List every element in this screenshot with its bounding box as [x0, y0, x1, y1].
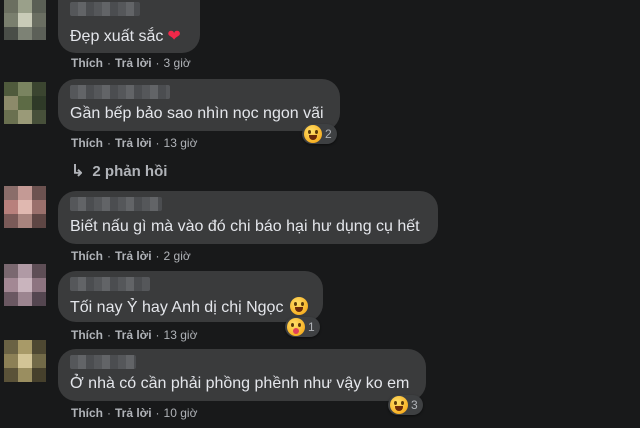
commenter-name-blurred[interactable]	[70, 2, 140, 16]
timestamp[interactable]: 2 giờ	[164, 249, 191, 263]
view-replies-link[interactable]: ↳ 2 phản hồi	[71, 161, 167, 181]
like-link[interactable]: Thích	[71, 56, 103, 70]
like-link[interactable]: Thích	[71, 249, 103, 263]
timestamp[interactable]: 13 giờ	[164, 136, 198, 150]
care-emoji-icon	[287, 318, 305, 336]
comment-text: Đẹp xuất sắc	[70, 28, 164, 45]
commenter-name-blurred[interactable]	[70, 197, 162, 211]
comment-bubble: Gần bếp bảo sao nhìn nọc ngon vãi	[58, 79, 340, 131]
reply-link[interactable]: Trả lời	[115, 56, 152, 70]
commenter-name-blurred[interactable]	[70, 355, 136, 369]
comment-actions: Thích · Trả lời · 13 giờ	[71, 136, 198, 150]
reply-link[interactable]: Trả lời	[115, 406, 152, 420]
reaction-summary[interactable]: 2	[302, 124, 337, 144]
heart-icon: ❤	[167, 28, 181, 45]
reply-link[interactable]: Trả lời	[115, 328, 152, 342]
timestamp[interactable]: 13 giờ	[164, 328, 198, 342]
reaction-count: 1	[308, 320, 315, 334]
replies-count: 2 phản hồi	[92, 162, 168, 180]
commenter-name-blurred[interactable]	[70, 85, 170, 99]
timestamp[interactable]: 10 giờ	[164, 406, 198, 420]
laughing-emoji-icon	[304, 125, 322, 143]
commenter-name-blurred[interactable]	[70, 277, 150, 291]
reaction-summary[interactable]: 1	[285, 317, 320, 337]
comment-actions: Thích · Trả lời · 13 giờ	[71, 328, 198, 342]
comment-text: Gần bếp bảo sao nhìn nọc ngon vãi	[70, 105, 324, 122]
comment-actions: Thích · Trả lời · 10 giờ	[71, 406, 198, 420]
reaction-summary[interactable]: 3	[388, 395, 423, 415]
grinning-sweat-emoji-icon	[289, 297, 308, 315]
avatar[interactable]	[4, 82, 46, 124]
comment-text: Biết nấu gì mà vào đó chi báo hại hư dụn…	[70, 218, 420, 235]
like-link[interactable]: Thích	[71, 328, 103, 342]
reply-link[interactable]: Trả lời	[115, 136, 152, 150]
comment-bubble: Biết nấu gì mà vào đó chi báo hại hư dụn…	[58, 191, 438, 244]
comment-bubble: Đẹp xuất sắc ❤	[58, 0, 200, 53]
like-link[interactable]: Thích	[71, 406, 103, 420]
reply-link[interactable]: Trả lời	[115, 249, 152, 263]
comment-text: Tối nay Ỷ hay Anh dị chị Ngọc	[70, 299, 284, 316]
comment-actions: Thích · Trả lời · 3 giờ	[71, 56, 191, 70]
reaction-count: 2	[325, 127, 332, 141]
comment-bubble: Tối nay Ỷ hay Anh dị chị Ngọc	[58, 271, 323, 322]
avatar[interactable]	[4, 0, 46, 40]
like-link[interactable]: Thích	[71, 136, 103, 150]
comment-text: Ở nhà có cần phải phồng phềnh như vậy ko…	[70, 375, 410, 392]
timestamp[interactable]: 3 giờ	[164, 56, 191, 70]
laughing-emoji-icon	[390, 396, 408, 414]
avatar[interactable]	[4, 186, 46, 228]
comment-actions: Thích · Trả lời · 2 giờ	[71, 249, 191, 263]
comment-bubble: Ở nhà có cần phải phồng phềnh như vậy ko…	[58, 349, 426, 401]
reaction-count: 3	[411, 398, 418, 412]
avatar[interactable]	[4, 264, 46, 306]
reply-arrow-icon: ↳	[71, 163, 85, 180]
avatar[interactable]	[4, 340, 46, 382]
